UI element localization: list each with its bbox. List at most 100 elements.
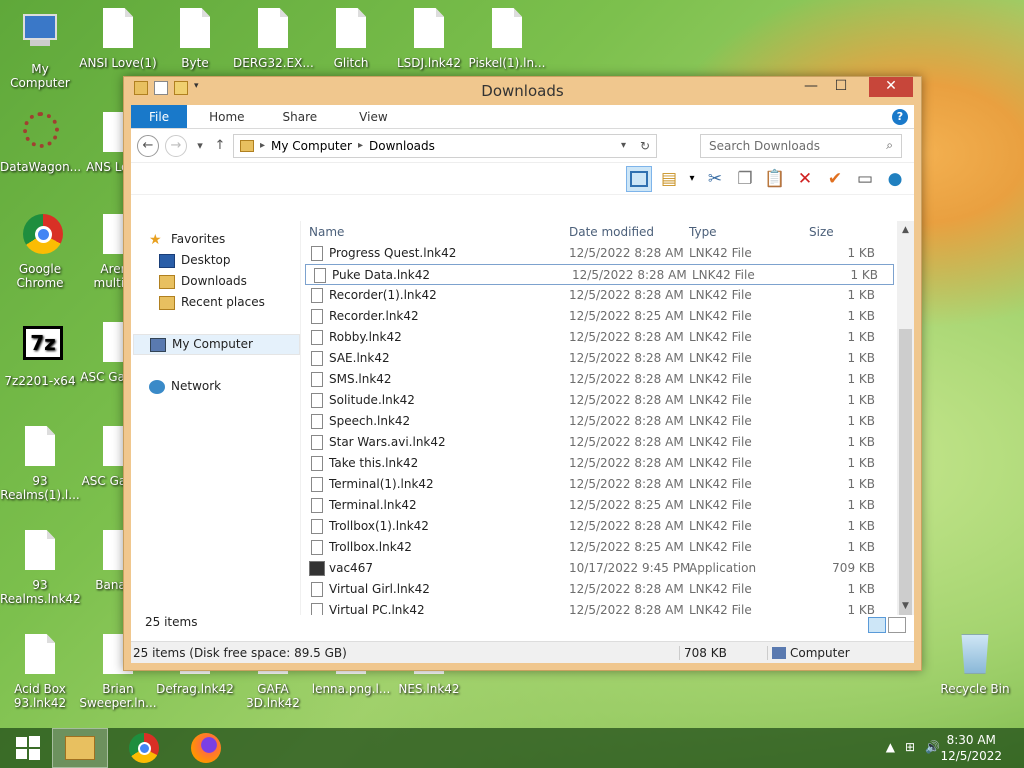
vertical-scrollbar[interactable]: ▲ ▼ bbox=[897, 221, 914, 615]
paste-icon[interactable]: 📋 bbox=[762, 166, 788, 192]
large-icons-view-icon[interactable] bbox=[888, 617, 906, 633]
title-bar[interactable]: ▾ Downloads — ☐ ✕ bbox=[124, 77, 921, 103]
column-size[interactable]: Size bbox=[809, 225, 834, 239]
taskbar-firefox[interactable] bbox=[178, 728, 234, 768]
nav-recent-places[interactable]: Recent places bbox=[131, 292, 300, 313]
scroll-down-icon[interactable]: ▼ bbox=[897, 601, 914, 611]
tab-file[interactable]: File bbox=[131, 105, 188, 128]
maximize-button[interactable]: ☐ bbox=[827, 77, 855, 97]
back-button[interactable]: ← bbox=[137, 134, 159, 157]
start-button[interactable] bbox=[0, 728, 56, 768]
file-size: 1 KB bbox=[847, 498, 875, 512]
search-input[interactable]: Search Downloads ⌕ bbox=[700, 133, 902, 158]
help-icon[interactable]: ? bbox=[892, 109, 908, 125]
folder-options-icon[interactable]: ▤ bbox=[656, 166, 682, 192]
details-view-icon[interactable] bbox=[868, 617, 886, 633]
column-type[interactable]: Type bbox=[689, 225, 717, 239]
checkmark-icon[interactable]: ✔ bbox=[822, 166, 848, 192]
desktop-icon-label: Glitch bbox=[333, 56, 369, 70]
file-row[interactable]: Terminal(1).lnk42 12/5/2022 8:28 AM LNK42 … bbox=[303, 474, 914, 495]
search-icon[interactable]: ⌕ bbox=[886, 138, 893, 153]
chevron-up-icon[interactable]: ▲ bbox=[886, 740, 895, 754]
file-row[interactable]: Trollbox.lnk42 12/5/2022 8:25 AM LNK42 Fil… bbox=[303, 537, 914, 558]
file-row[interactable]: Terminal.lnk42 12/5/2022 8:25 AM LNK42 Fil… bbox=[303, 495, 914, 516]
up-button[interactable]: ↑ bbox=[213, 138, 227, 153]
desktop-icon-item[interactable]: LSDJ.lnk42 bbox=[389, 8, 469, 70]
desktop-icon-item[interactable]: Byte bbox=[155, 8, 235, 70]
chevron-down-icon[interactable]: ▾ bbox=[686, 166, 698, 192]
preview-pane-button[interactable] bbox=[626, 165, 652, 192]
file-size: 1 KB bbox=[847, 372, 875, 386]
minimize-button[interactable]: — bbox=[797, 77, 825, 97]
file-row[interactable]: Star Wars.avi.lnk42 12/5/2022 8:28 AM LNK4… bbox=[303, 432, 914, 453]
file-row[interactable]: SAE.lnk42 12/5/2022 8:28 AM LNK42 File 1 KB bbox=[303, 348, 914, 369]
scroll-up-icon[interactable]: ▲ bbox=[897, 225, 914, 235]
cut-icon[interactable]: ✂ bbox=[702, 166, 728, 192]
file-size: 1 KB bbox=[847, 435, 875, 449]
desktop-icon-item[interactable]: 93 Realms.lnk42 bbox=[0, 530, 81, 606]
desktop-icon-item[interactable]: 93 Realms(1).l... bbox=[0, 426, 80, 502]
file-row[interactable]: Speech.lnk42 12/5/2022 8:28 AM LNK42 File 1… bbox=[303, 411, 914, 432]
rename-icon[interactable]: ▭ bbox=[852, 166, 878, 192]
desktop-icon-item[interactable]: 7z 7z2201-x64 bbox=[0, 322, 80, 388]
nav-network[interactable]: Network bbox=[131, 376, 300, 397]
file-icon bbox=[311, 456, 323, 471]
clock-date: 12/5/2022 bbox=[940, 749, 1002, 763]
refresh-icon[interactable]: ↻ bbox=[640, 139, 650, 153]
taskbar-file-explorer[interactable] bbox=[52, 728, 108, 768]
nav-favorites[interactable]: ★ Favorites bbox=[131, 229, 300, 250]
desktop-icon-item[interactable]: DERG32.EX... bbox=[233, 8, 314, 70]
nav-desktop[interactable]: Desktop bbox=[131, 250, 300, 271]
breadcrumb-my-computer[interactable]: My Computer bbox=[271, 139, 352, 153]
desktop-icon-item[interactable]: DataWagon... bbox=[0, 112, 81, 174]
file-name: Terminal(1).lnk42 bbox=[329, 477, 434, 491]
file-name: Star Wars.avi.lnk42 bbox=[329, 435, 446, 449]
file-row[interactable]: Recorder(1).lnk42 12/5/2022 8:28 AM LNK42 … bbox=[303, 285, 914, 306]
tab-home[interactable]: Home bbox=[187, 105, 258, 128]
file-row[interactable]: Robby.lnk42 12/5/2022 8:28 AM LNK42 File 1 … bbox=[303, 327, 914, 348]
forward-button[interactable]: → bbox=[165, 134, 187, 157]
desktop-icon-item[interactable]: Google Chrome bbox=[0, 214, 80, 290]
desktop-icon-item[interactable]: ANSI Love(1) bbox=[78, 8, 158, 70]
desktop-icon-item[interactable]: Glitch bbox=[311, 8, 391, 70]
nav-downloads[interactable]: Downloads bbox=[131, 271, 300, 292]
tab-share[interactable]: Share bbox=[259, 105, 332, 128]
scroll-thumb[interactable] bbox=[899, 329, 912, 615]
file-row[interactable]: Solitude.lnk42 12/5/2022 8:28 AM LNK42 Fil… bbox=[303, 390, 914, 411]
file-row[interactable]: Take this.lnk42 12/5/2022 8:28 AM LNK42 Fi… bbox=[303, 453, 914, 474]
delete-icon[interactable]: ✕ bbox=[792, 166, 818, 192]
file-row[interactable]: Virtual Girl.lnk42 12/5/2022 8:28 AM LNK42… bbox=[303, 579, 914, 600]
recent-locations-icon[interactable]: ▾ bbox=[193, 139, 207, 152]
doc-icon bbox=[101, 8, 135, 52]
desktop-icon-item[interactable]: Recycle Bin bbox=[935, 634, 1015, 696]
chevron-down-icon[interactable]: ▾ bbox=[621, 140, 626, 151]
application-icon bbox=[309, 561, 325, 576]
clock[interactable]: 8:30 AM 12/5/2022 bbox=[940, 732, 1002, 764]
column-name[interactable]: Name bbox=[309, 225, 344, 239]
column-date[interactable]: Date modified bbox=[569, 225, 654, 239]
file-row[interactable]: SMS.lnk42 12/5/2022 8:28 AM LNK42 File 1 KB bbox=[303, 369, 914, 390]
file-icon bbox=[311, 435, 323, 450]
status-location: Computer bbox=[767, 646, 850, 660]
file-row[interactable]: Puke Data.lnk42 12/5/2022 8:28 AM LNK42 Fi… bbox=[305, 264, 894, 285]
close-button[interactable]: ✕ bbox=[869, 77, 913, 97]
file-row[interactable]: Progress Quest.lnk42 12/5/2022 8:28 AM LNK… bbox=[303, 243, 914, 264]
network-status-icon[interactable]: ⊞ bbox=[905, 740, 915, 754]
file-type: LNK42 File bbox=[689, 330, 752, 344]
taskbar-chrome[interactable] bbox=[116, 728, 172, 768]
tab-view[interactable]: View bbox=[331, 105, 401, 128]
desktop-icon-item[interactable]: Piskel(1).ln... bbox=[467, 8, 547, 70]
breadcrumb-downloads[interactable]: Downloads bbox=[369, 139, 435, 153]
volume-icon[interactable]: 🔊 bbox=[925, 740, 940, 754]
desktop-icon-item[interactable]: My Computer bbox=[0, 8, 80, 90]
doc-icon bbox=[412, 8, 446, 52]
nav-my-computer[interactable]: My Computer bbox=[133, 334, 300, 355]
address-bar[interactable]: ▸ My Computer ▸ Downloads ▾ ↻ bbox=[233, 133, 657, 158]
file-row[interactable]: Recorder.lnk42 12/5/2022 8:25 AM LNK42 Fil… bbox=[303, 306, 914, 327]
desktop-icon-item[interactable]: Acid Box 93.lnk42 bbox=[0, 634, 80, 710]
copy-icon[interactable]: ❐ bbox=[732, 166, 758, 192]
globe-icon[interactable]: ● bbox=[882, 166, 908, 192]
explorer-window: ▾ Downloads — ☐ ✕ File Home Share View ?… bbox=[123, 76, 922, 671]
file-row[interactable]: Trollbox(1).lnk42 12/5/2022 8:28 AM LNK42 … bbox=[303, 516, 914, 537]
file-row[interactable]: vac467 10/17/2022 9:45 PM Application 709 K… bbox=[303, 558, 914, 579]
